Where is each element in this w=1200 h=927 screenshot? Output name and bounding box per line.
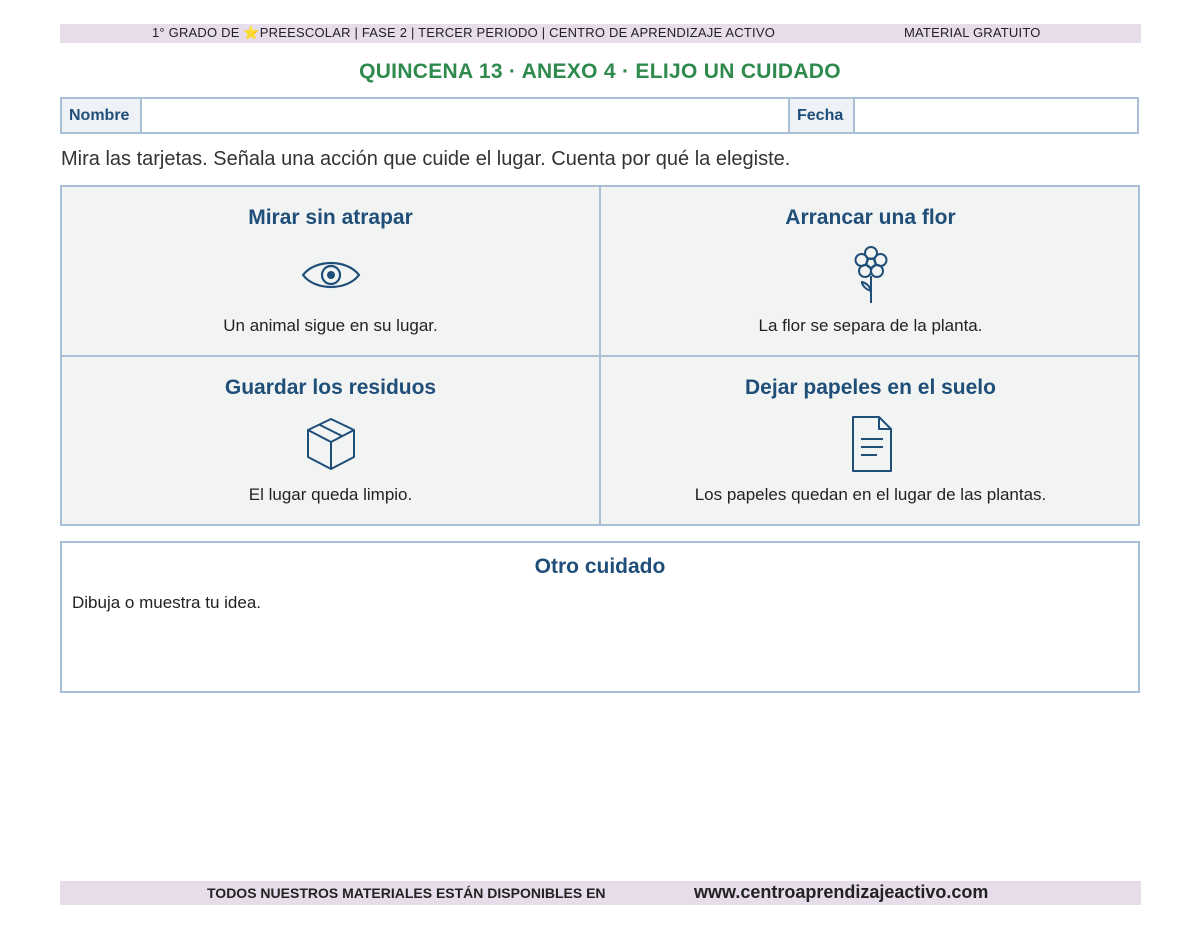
flower-icon [854, 246, 887, 303]
other-care-title: Otro cuidado [534, 555, 666, 578]
banner-right-text: MATERIAL GRATUITO [904, 25, 1041, 40]
banner-info-text: PREESCOLAR | FASE 2 | TERCER PERIODO | C… [259, 25, 776, 40]
card-guardar-los-residuos[interactable]: Guardar los residuos El lugar queda limp… [62, 357, 601, 526]
star-icon: ⭐ [243, 25, 260, 40]
card-mirar-sin-atrapar[interactable]: Mirar sin atrapar Un animal sigue en su … [62, 187, 601, 357]
card-description: Un animal sigue en su lugar. [223, 316, 438, 335]
name-label: Nombre [62, 99, 142, 132]
other-care-description: Dibuja o muestra tu idea. [72, 593, 261, 612]
banner-grade-text: 1° GRADO DE [152, 25, 244, 40]
card-title: Dejar papeles en el suelo [745, 376, 996, 399]
top-banner: 1° GRADO DE ⭐PREESCOLAR | FASE 2 | TERCE… [60, 24, 1141, 43]
card-description: El lugar queda limpio. [248, 485, 413, 504]
card-title: Arrancar una flor [785, 206, 956, 229]
eye-icon [301, 262, 360, 288]
document-icon [851, 416, 892, 472]
card-arrancar-una-flor[interactable]: Arrancar una flor La flor se separa de l… [601, 187, 1140, 357]
card-description: La flor se separa de la planta. [758, 316, 983, 335]
name-field[interactable] [142, 99, 790, 132]
other-care-box[interactable]: Otro cuidado Dibuja o muestra tu idea. [60, 541, 1140, 693]
card-title: Guardar los residuos [224, 376, 437, 399]
name-date-row: Nombre Fecha [60, 97, 1139, 134]
banner-left-text: 1° GRADO DE ⭐PREESCOLAR | FASE 2 | TERCE… [152, 25, 775, 41]
date-label: Fecha [790, 99, 855, 132]
page-title: QUINCENA 13 · ANEXO 4 · ELIJO UN CUIDADO [359, 60, 841, 83]
card-dejar-papeles-en-el-suelo[interactable]: Dejar papeles en el suelo Los papeles qu… [601, 357, 1140, 526]
date-field[interactable] [855, 99, 1137, 132]
footer-banner: TODOS NUESTROS MATERIALES ESTÁN DISPONIB… [60, 881, 1141, 905]
card-description: Los papeles quedan en el lugar de las pl… [694, 485, 1047, 504]
instructions: Mira las tarjetas. Señala una acción que… [61, 148, 791, 170]
card-title: Mirar sin atrapar [248, 206, 413, 229]
footer-text: TODOS NUESTROS MATERIALES ESTÁN DISPONIB… [207, 885, 606, 901]
box-icon [306, 418, 355, 470]
cards-grid: Mirar sin atrapar Un animal sigue en su … [60, 185, 1140, 526]
footer-url-link[interactable]: www.centroaprendizajeactivo.com [694, 882, 988, 903]
